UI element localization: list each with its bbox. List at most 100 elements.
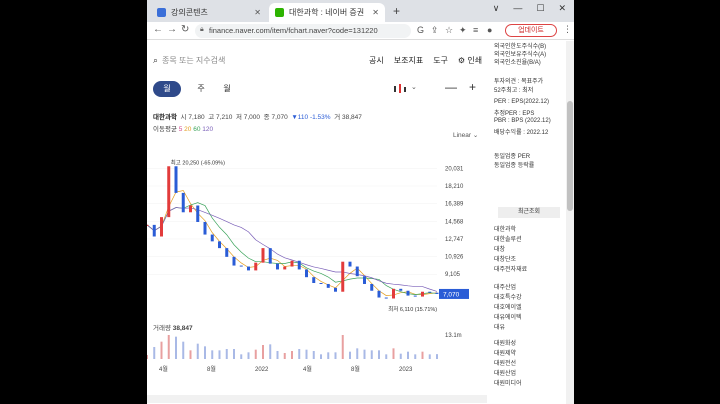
x-tick-label: 2023: [399, 367, 413, 373]
stock-search[interactable]: ⌕ 종목 또는 지수검색: [153, 55, 225, 66]
x-tick-label: 8월: [351, 365, 360, 373]
zoom-out-icon[interactable]: —: [445, 80, 457, 94]
reload-icon[interactable]: ↻: [181, 24, 189, 35]
share-icon[interactable]: ⇪: [431, 25, 439, 36]
url-field[interactable]: 🔒︎ finance.naver.com/item/fchart.naver?c…: [195, 24, 411, 38]
close-window-icon[interactable]: ✕: [558, 3, 566, 14]
minimize-icon[interactable]: —: [513, 3, 522, 14]
volume-bar: [407, 351, 409, 359]
recent-item[interactable]: 대원제약: [494, 348, 516, 357]
high-annotation: 최고 20,250 (-65.09%): [171, 158, 225, 166]
volume-bar: [189, 350, 192, 359]
recent-item[interactable]: 대원전선: [494, 358, 516, 367]
chevron-down-icon[interactable]: ⌄: [411, 83, 417, 91]
candle: [399, 288, 403, 291]
close-icon[interactable]: ✕: [372, 8, 379, 17]
media-icon[interactable]: ≡: [473, 25, 478, 35]
recent-item[interactable]: 대한솔루션: [494, 234, 522, 243]
volume-bar: [363, 349, 366, 359]
volume-bar: [349, 351, 351, 359]
price-change-pct: -1.53%: [309, 114, 331, 121]
volume-bar: [436, 354, 438, 359]
recent-item[interactable]: 대원화성: [494, 338, 516, 347]
volume-bar: [320, 354, 322, 359]
recent-item[interactable]: 대원미디어: [494, 378, 522, 387]
volume-bar: [305, 349, 308, 359]
link-print[interactable]: ⚙ 인쇄: [458, 55, 482, 66]
price-chart[interactable]: 20,031 18,210 16,389 14,568 12,747 10,926 9,10…: [147, 149, 487, 379]
tab-naver-finance[interactable]: 대한과학 : 네이버 증권 ✕: [269, 3, 385, 22]
search-input[interactable]: 종목 또는 지수검색: [162, 55, 225, 66]
vertical-scrollbar[interactable]: [566, 41, 574, 404]
tab-search-icon[interactable]: ∨: [493, 3, 500, 14]
candle: [152, 224, 156, 237]
scale-selector[interactable]: Linear ⌄: [453, 131, 478, 139]
bookmark-star-icon[interactable]: ☆: [445, 25, 453, 36]
recent-item[interactable]: 대한과학: [494, 224, 516, 233]
recent-item[interactable]: 대호특수강: [494, 292, 522, 301]
y-tick-label: 18,210: [445, 184, 464, 190]
recent-item[interactable]: 대유에이텍: [494, 312, 522, 321]
top-links: 공시 보조지표 도구 ⚙ 인쇄: [369, 55, 482, 66]
recent-item[interactable]: 대창: [494, 244, 505, 253]
volume-bar: [182, 341, 185, 359]
recent-item[interactable]: 대원산업: [494, 368, 516, 377]
chart-toolbar: ⌕ 종목 또는 지수검색 공시 보조지표 도구 ⚙ 인쇄: [147, 41, 487, 79]
candlestick-icon[interactable]: [393, 84, 407, 94]
candle: [210, 234, 214, 242]
recent-item[interactable]: 대주산업: [494, 282, 516, 291]
link-tools[interactable]: 도구: [433, 55, 448, 66]
tab-lecture-content[interactable]: 강의콘텐츠 ✕: [151, 3, 267, 22]
candle: [203, 221, 207, 235]
tab-title: 대한과학 : 네이버 증권: [289, 8, 365, 17]
link-disclosure[interactable]: 공시: [369, 55, 384, 66]
candle: [290, 260, 294, 267]
recent-item[interactable]: 대창단조: [494, 254, 516, 263]
candle: [239, 265, 243, 267]
volume-bar: [262, 345, 264, 359]
candle: [392, 288, 395, 299]
site-favicon-icon: [157, 8, 166, 17]
period-tab-month[interactable]: 월: [219, 81, 235, 97]
candle: [147, 224, 149, 226]
ma-60: 60: [193, 126, 201, 133]
url-text: finance.naver.com/item/fchart.naver?code…: [209, 26, 378, 35]
volume-bar: [276, 351, 279, 359]
scroll-thumb[interactable]: [567, 101, 573, 211]
google-icon[interactable]: G: [417, 25, 424, 35]
candle: [435, 292, 439, 294]
volume-bar: [298, 349, 301, 359]
link-indicators[interactable]: 보조지표: [394, 55, 423, 66]
info-line: 52주최고 : 최저: [494, 88, 534, 94]
recent-item[interactable]: 대주전자재료: [494, 264, 527, 273]
volume-bar: [414, 354, 417, 359]
x-tick-label: 2022: [255, 367, 269, 373]
new-tab-button[interactable]: +: [393, 4, 400, 18]
gear-icon: ⚙: [457, 56, 466, 65]
maximize-icon[interactable]: ☐: [536, 3, 544, 14]
info-line: PER : EPS(2022.12): [494, 99, 550, 105]
period-selector: 월 주 월 ⌄ — +: [153, 80, 488, 97]
extensions-icon[interactable]: ✦: [459, 25, 467, 36]
volume-bar: [160, 341, 163, 359]
volume-bar: [421, 351, 424, 359]
profile-icon[interactable]: ●: [487, 25, 492, 35]
volume-bar: [254, 349, 257, 359]
moving-average-legend: 이동평균 5 20 60 120: [153, 126, 214, 133]
close-price: 7,070: [271, 114, 288, 121]
horizontal-scrollbar[interactable]: [147, 395, 487, 403]
recent-item[interactable]: 대호에이엘: [494, 302, 522, 311]
update-button[interactable]: 업데이트: [505, 24, 557, 37]
period-tab-day[interactable]: 월: [153, 81, 181, 97]
site-favicon-icon: [275, 8, 284, 17]
zoom-in-icon[interactable]: +: [469, 80, 476, 94]
tab-title: 강의콘텐츠: [171, 8, 208, 17]
menu-icon[interactable]: ⋮: [563, 24, 572, 35]
tab-bar: 강의콘텐츠 ✕ 대한과학 : 네이버 증권 ✕ + ∨ — ☐ ✕: [147, 0, 574, 22]
close-icon[interactable]: ✕: [254, 8, 261, 17]
period-tab-week[interactable]: 주: [193, 81, 209, 97]
forward-icon[interactable]: →: [167, 24, 177, 35]
recent-views-header[interactable]: 최근조회: [498, 207, 560, 218]
back-icon[interactable]: ←: [153, 24, 163, 35]
recent-item[interactable]: 대유: [494, 322, 505, 331]
